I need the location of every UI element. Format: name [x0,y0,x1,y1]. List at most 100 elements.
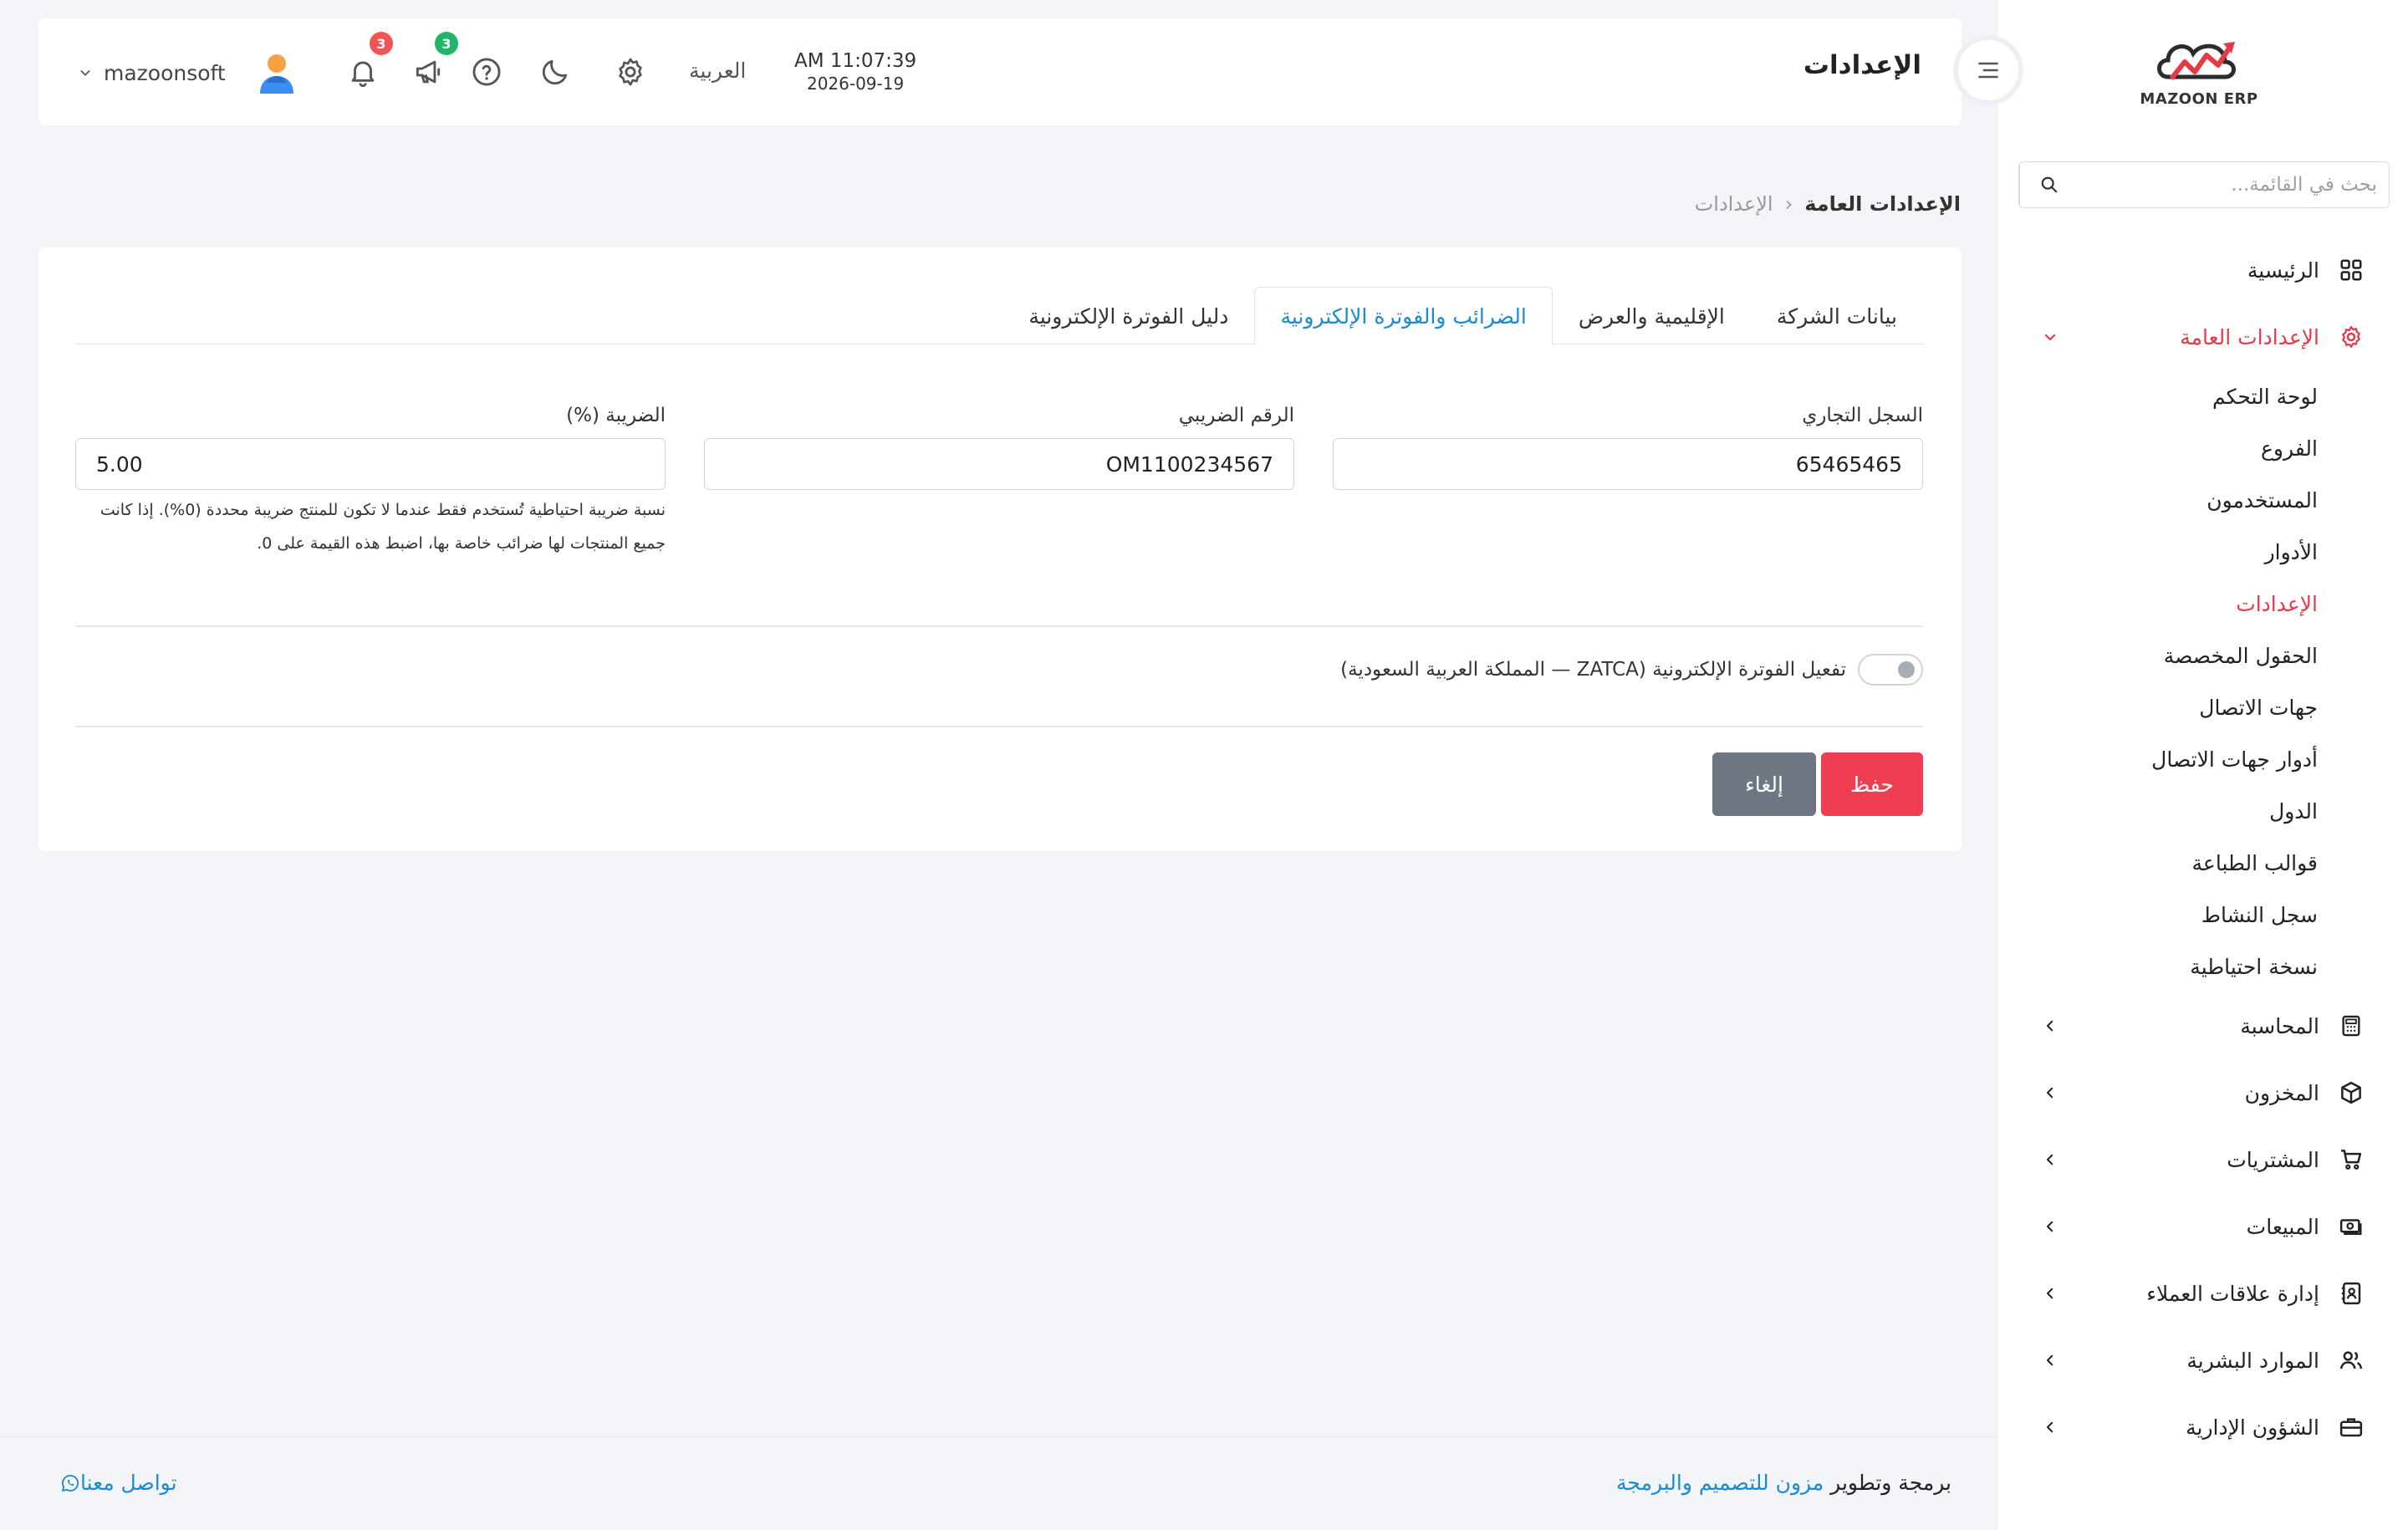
divider [75,625,1923,627]
username: mazoonsoft [104,60,226,85]
sidebar-subitem-roles[interactable]: الأدوار [1998,526,2318,578]
sidebar-item-purchases[interactable]: المشتريات [1998,1126,2408,1193]
save-button[interactable]: حفظ [1821,752,1923,816]
box-icon [2336,1078,2366,1108]
sidebar-subitem-branches[interactable]: الفروع [1998,422,2318,474]
sidebar-subitem-settings[interactable]: الإعدادات [1998,578,2318,630]
sidebar-item-sales[interactable]: المبيعات [1998,1193,2408,1260]
clock-time: AM 11:07:39 [794,50,917,72]
footer-credits: برمجة وتطوير مزون للتصميم والبرمجة [1616,1471,1951,1495]
sidebar-subitem-contact-roles[interactable]: أدوار جهات الاتصال [1998,733,2318,785]
sidebar-item-hr[interactable]: الموارد البشرية [1998,1327,2408,1394]
tax-rate-help-line: نسبة ضريبة احتياطية تُستخدم فقط عندما لا… [99,501,666,519]
footer-credits-prefix: برمجة وتطوير [1824,1471,1951,1495]
sidebar-search [2018,161,2390,208]
sidebar-item-label: المحاسبة [2240,1013,2319,1038]
commercial-register-label: السجل التجاري [1802,405,1923,426]
announcements-badge: 3 [435,32,458,55]
chevron-left-icon [2040,1018,2060,1033]
sidebar-nav: الرئيسية الإعدادات العامة لوحة التحكم ال… [1998,237,2408,1461]
tax-rate-input[interactable]: 5.00 [75,438,666,490]
notifications-button[interactable]: 3 [344,32,393,90]
sidebar-item-home[interactable]: الرئيسية [1998,237,2408,303]
sidebar-search-input[interactable] [2078,162,2389,207]
logo-mark-icon [2157,42,2236,80]
settings-card: بيانات الشركة الإقليمية والعرض الضرائب و… [38,247,1962,851]
chevron-left-icon: ‹ [1784,192,1793,216]
bell-icon [351,61,375,87]
sidebar-subitem-dashboard[interactable]: لوحة التحكم [1998,370,2318,422]
breadcrumb: الإعدادات العامة ‹ الإعدادات [1695,192,1961,216]
logo-text: MAZOON ERP [2140,90,2258,108]
footer-company-link[interactable]: مزون للتصميم والبرمجة [1616,1471,1824,1495]
contact-us-label: تواصل معنا [80,1471,177,1495]
commercial-register-input[interactable]: 65465465 [1333,438,1923,490]
chevron-left-icon [2040,1353,2060,1368]
chevron-down-icon [2040,329,2060,344]
menu-icon [1978,62,1998,79]
sidebar-item-label: إدارة علاقات العملاء [2146,1281,2319,1306]
settings-button[interactable] [612,54,649,90]
tax-form-row: السجل التجاري 65465465 الرقم الضريبي OM1… [75,405,1923,560]
tab-regional-display[interactable]: الإقليمية والعرض [1553,287,1751,345]
moon-icon [542,59,568,85]
whatsapp-icon [59,1472,80,1494]
sidebar-item-general-settings[interactable]: الإعدادات العامة [1998,303,2408,370]
tax-rate-help-line: جميع المنتجات لها ضرائب خاصة بها، اضبط ه… [257,534,666,553]
chevron-left-icon [2040,1286,2060,1301]
cash-icon [2336,1211,2366,1242]
sidebar-item-inventory[interactable]: المخزون [1998,1059,2408,1126]
chevron-left-icon [2040,1420,2060,1435]
announcements-button[interactable]: 3 [410,32,458,90]
sidebar-item-label: الإعدادات العامة [2180,324,2319,349]
briefcase-icon [2336,1412,2366,1442]
tax-number-input[interactable]: OM1100234567 [704,438,1294,490]
user-menu[interactable]: mazoonsoft [79,52,296,94]
search-icon [2041,176,2057,193]
page-title: الإعدادات [1803,50,1921,80]
gear-icon [2336,322,2366,352]
clock-date: 2026-09-19 [806,74,905,94]
sidebar-subitem-users[interactable]: المستخدمون [1998,474,2318,526]
tab-taxes-einvoicing[interactable]: الضرائب والفوترة الإلكترونية [1254,286,1553,345]
zatca-switch[interactable] [1858,654,1923,686]
avatar [259,54,293,94]
tab-einvoicing-guide[interactable]: دليل الفوترة الإلكترونية [1002,287,1254,345]
sidebar-subitem-countries[interactable]: الدول [1998,785,2318,837]
sidebar-subitem-backup[interactable]: نسخة احتياطية [1998,941,2318,992]
sidebar-item-crm[interactable]: إدارة علاقات العملاء [1998,1260,2408,1327]
footer: برمجة وتطوير مزون للتصميم والبرمجة تواصل… [0,1436,1998,1530]
sidebar-item-admin-affairs[interactable]: الشؤون الإدارية [1998,1394,2408,1461]
search-button[interactable] [2019,162,2078,207]
cancel-button[interactable]: إلغاء [1712,752,1816,816]
logo[interactable]: MAZOON ERP [2124,33,2274,117]
tax-rate-label: الضريبة (%) [566,405,666,426]
tax-rate-field: الضريبة (%) 5.00 نسبة ضريبة احتياطية تُس… [75,405,666,560]
sidebar-item-label: المشتريات [2227,1147,2319,1172]
sidebar-item-label: المبيعات [2246,1214,2319,1239]
contact-us-link[interactable]: تواصل معنا [47,1471,177,1495]
zatca-toggle-row: تفعيل الفوترة الإلكترونية (ZATCA — الممل… [1340,654,1923,686]
chevron-left-icon [2040,1085,2060,1100]
tax-number-field: الرقم الضريبي OM1100234567 [704,405,1294,560]
general-settings-submenu: لوحة التحكم الفروع المستخدمون الأدوار ال… [1998,370,2408,992]
help-button[interactable] [468,54,505,90]
sidebar: MAZOON ERP الرئيسية الإعدادات العامة [1998,0,2408,1530]
sidebar-item-accounting[interactable]: المحاسبة [1998,992,2408,1059]
cart-icon [2336,1145,2366,1175]
sidebar-subitem-print-templates[interactable]: قوالب الطباعة [1998,837,2318,889]
dark-mode-button[interactable] [537,54,574,90]
tab-company-data[interactable]: بيانات الشركة [1751,287,1923,345]
commercial-register-field: السجل التجاري 65465465 [1333,405,1923,560]
sidebar-subitem-custom-fields[interactable]: الحقول المخصصة [1998,630,2318,681]
zatca-label: تفعيل الفوترة الإلكترونية (ZATCA — الممل… [1340,659,1846,681]
contacts-icon [2336,1278,2366,1308]
sidebar-subitem-contacts[interactable]: جهات الاتصال [1998,681,2318,733]
sidebar-item-label: الموارد البشرية [2186,1348,2319,1373]
divider [75,726,1923,727]
sidebar-item-label: الشؤون الإدارية [2186,1415,2319,1440]
sidebar-toggle-button[interactable] [1953,35,2023,105]
breadcrumb-parent[interactable]: الإعدادات العامة [1804,192,1961,216]
language-switcher[interactable]: العربية [689,59,746,83]
sidebar-subitem-activity-log[interactable]: سجل النشاط [1998,889,2318,941]
